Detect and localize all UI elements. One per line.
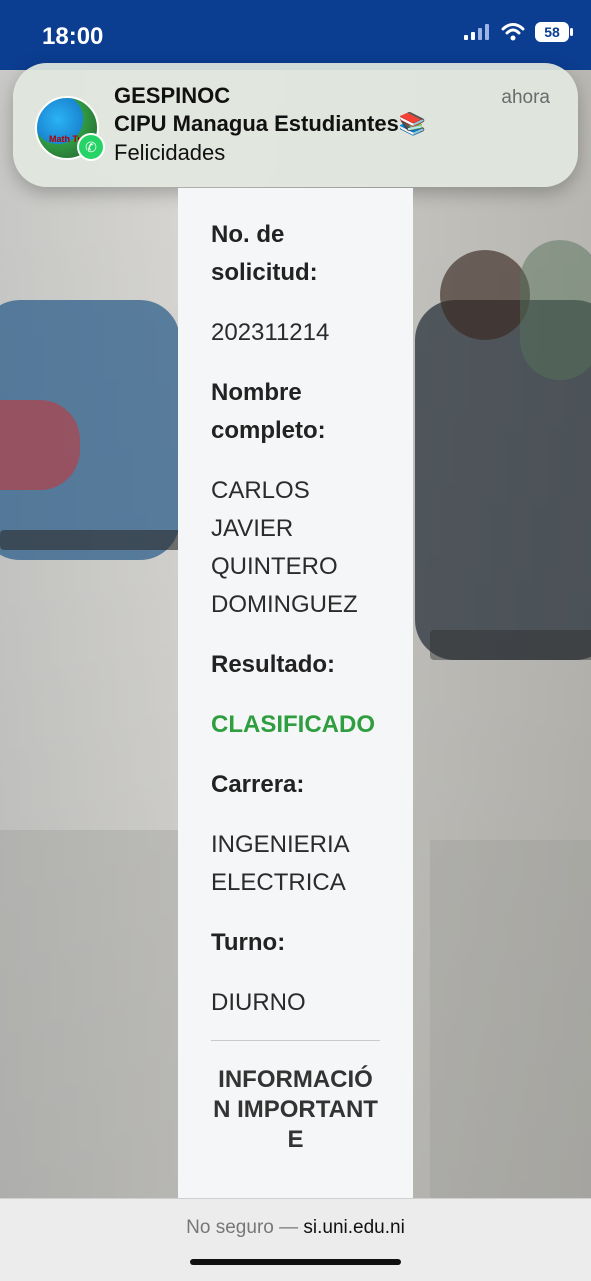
field-label-resultado: Resultado: bbox=[211, 651, 336, 678]
status-icons: 58 bbox=[463, 22, 573, 42]
field-label-carrera: Carrera: bbox=[211, 771, 305, 798]
home-indicator[interactable] bbox=[190, 1259, 401, 1265]
whatsapp-icon: ✆ bbox=[77, 133, 105, 161]
field-value-turno: DIURNO bbox=[211, 989, 306, 1016]
card-divider bbox=[211, 1040, 380, 1041]
insecure-label: No seguro — bbox=[186, 1217, 299, 1238]
domain-text: si.uni.edu.ni bbox=[303, 1217, 405, 1238]
result-card: No. de solicitud: 202311214 Nombre compl… bbox=[178, 188, 413, 1198]
field-label-nombre: Nombre completo: bbox=[211, 379, 326, 444]
address-bar-url[interactable]: No seguro — si.uni.edu.ni bbox=[0, 1217, 591, 1239]
status-time: 18:00 bbox=[42, 23, 104, 50]
field-value-carrera: INGENIERIA ELECTRICA bbox=[211, 831, 349, 896]
notification-message: Felicidades bbox=[114, 140, 226, 165]
field-value-resultado: CLASIFICADO bbox=[211, 711, 375, 738]
browser-address-bar[interactable]: No seguro — si.uni.edu.ni bbox=[0, 1198, 591, 1281]
important-info-heading: INFORMACIÓN IMPORTANTE bbox=[213, 1066, 378, 1153]
field-label-turno: Turno: bbox=[211, 929, 286, 956]
wifi-icon bbox=[501, 23, 525, 41]
field-value-nombre: CARLOS JAVIER QUINTERO DOMINGUEZ bbox=[211, 477, 358, 618]
notification-time: ahora bbox=[501, 87, 550, 108]
battery-level: 58 bbox=[544, 24, 560, 40]
signal-icon bbox=[464, 24, 489, 40]
notification-title: GESPINOC bbox=[114, 83, 231, 108]
field-label-solicitud: No. de solicitud: bbox=[211, 221, 318, 286]
field-value-solicitud: 202311214 bbox=[211, 319, 330, 346]
battery-icon: 58 bbox=[535, 22, 573, 42]
notification-subtitle: CIPU Managua Estudiantes📚 bbox=[114, 111, 427, 136]
result-card-content: No. de solicitud: 202311214 Nombre compl… bbox=[211, 208, 380, 1155]
status-bar: 18:00 58 bbox=[0, 0, 591, 70]
notification-banner[interactable]: Math Tu ✆ GESPINOC CIPU Managua Estudian… bbox=[13, 63, 578, 187]
